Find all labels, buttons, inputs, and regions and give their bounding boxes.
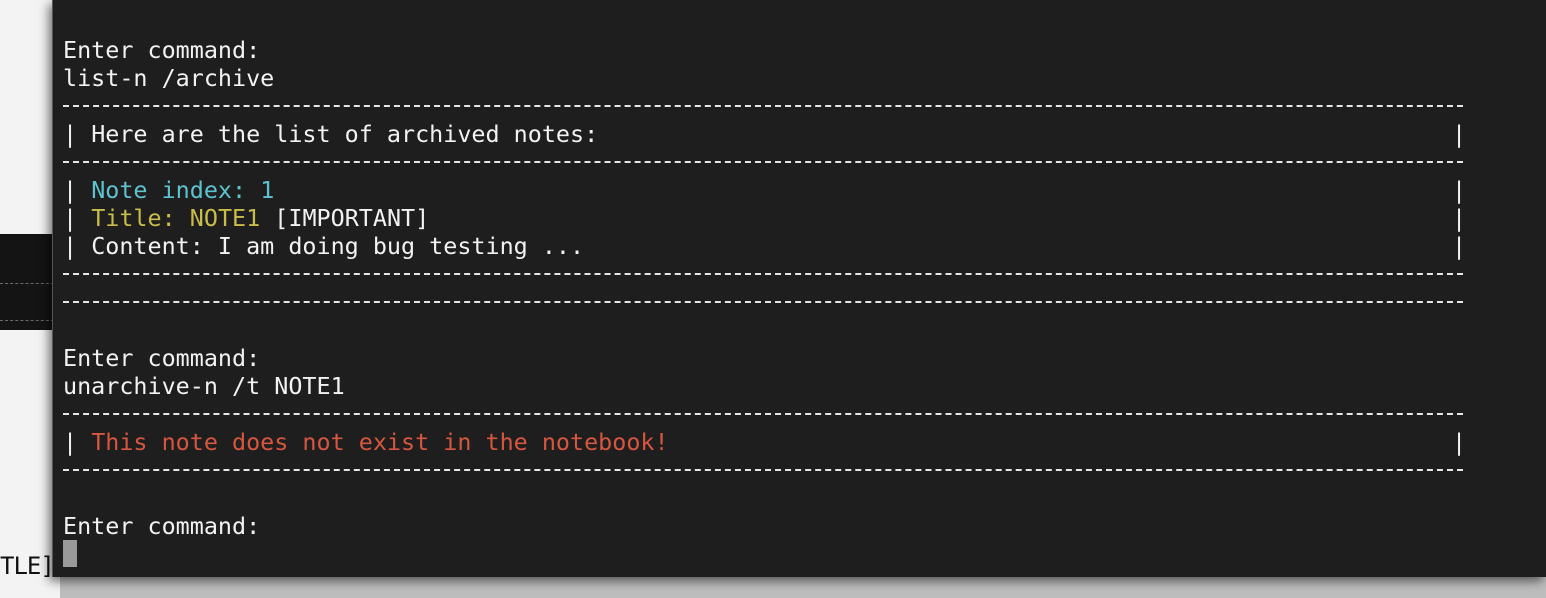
- terminal-window[interactable]: Enter command: list-n /archive | Here ar…: [52, 0, 1546, 577]
- separator-line: [63, 400, 1546, 428]
- note-index-value: 1: [260, 176, 275, 204]
- error-message: This note does not exist in the notebook…: [91, 428, 669, 456]
- border-left: |: [63, 232, 78, 260]
- terminal-output[interactable]: Enter command: list-n /archive | Here ar…: [63, 36, 1546, 568]
- border-left: |: [63, 428, 78, 456]
- command-input-line[interactable]: [63, 540, 1546, 568]
- separator-line: [63, 148, 1546, 176]
- border-left: |: [63, 176, 78, 204]
- background-window-divider: [0, 320, 54, 321]
- border-right: |: [1452, 176, 1467, 204]
- error-row: | This note does not exist in the notebo…: [63, 428, 1546, 456]
- command-prompt: Enter command:: [63, 344, 261, 372]
- text-cursor[interactable]: [63, 540, 77, 567]
- background-window-divider: [0, 283, 54, 284]
- note-index-row: | Note index: 1 |: [63, 176, 1546, 204]
- border-right: |: [1452, 120, 1467, 148]
- entered-command: list-n /archive: [63, 64, 275, 92]
- note-content-row: | Content: I am doing bug testing ... |: [63, 232, 1546, 260]
- note-title-label: Title:: [91, 204, 176, 232]
- note-title-row: | Title: NOTE1 [IMPORTANT] |: [63, 204, 1546, 232]
- border-right: |: [1452, 204, 1467, 232]
- background-window-clipped-text: TLE]: [0, 552, 52, 580]
- border-left: |: [63, 120, 78, 148]
- note-index-label: Note index:: [91, 176, 247, 204]
- entered-command: unarchive-n /t NOTE1: [63, 372, 345, 400]
- note-tag: [IMPORTANT]: [274, 204, 430, 232]
- archived-notes-header-row: | Here are the list of archived notes: |: [63, 120, 1546, 148]
- separator-line: [63, 92, 1546, 120]
- command-prompt: Enter command:: [63, 36, 261, 64]
- note-content: Content: I am doing bug testing ...: [91, 232, 585, 260]
- archived-notes-header: Here are the list of archived notes:: [91, 120, 599, 148]
- separator-line: [63, 456, 1546, 484]
- command-prompt: Enter command:: [63, 512, 261, 540]
- border-right: |: [1452, 428, 1467, 456]
- separator-line: [63, 288, 1546, 316]
- note-title-value: NOTE1: [189, 204, 261, 232]
- border-right: |: [1452, 232, 1467, 260]
- background-window-dark-strip: [0, 234, 56, 330]
- border-left: |: [63, 204, 78, 232]
- separator-line: [63, 260, 1546, 288]
